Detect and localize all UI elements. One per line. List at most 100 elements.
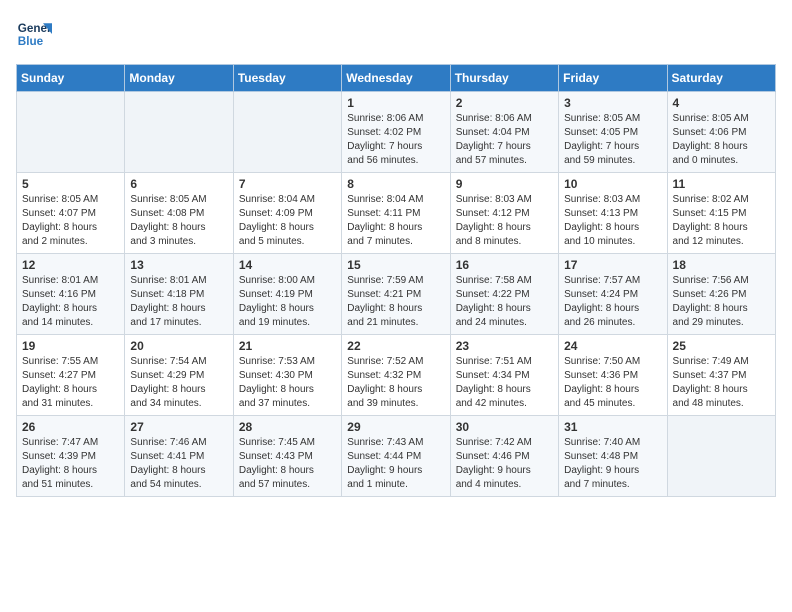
day-info: Sunrise: 7:40 AM Sunset: 4:48 PM Dayligh…: [564, 436, 661, 492]
header-friday: Friday: [559, 65, 667, 92]
calendar-cell: 15Sunrise: 7:59 AM Sunset: 4:21 PM Dayli…: [342, 254, 450, 335]
day-number: 5: [22, 177, 119, 191]
day-number: 23: [456, 339, 553, 353]
calendar-cell: 4 Sunrise: 8:05 AM Sunset: 4:06 PM Daylig…: [667, 92, 775, 173]
day-info: Sunrise: 7:49 AM Sunset: 4:37 PM Dayligh…: [673, 355, 770, 411]
day-info: Sunrise: 8:01 AM Sunset: 4:18 PM Dayligh…: [130, 274, 227, 330]
calendar-cell: 18Sunrise: 7:56 AM Sunset: 4:26 PM Dayli…: [667, 254, 775, 335]
day-info: Sunrise: 7:52 AM Sunset: 4:32 PM Dayligh…: [347, 355, 444, 411]
svg-text:Blue: Blue: [18, 35, 44, 48]
day-info: Sunrise: 8:04 AM Sunset: 4:09 PM Dayligh…: [239, 193, 336, 249]
day-number: 19: [22, 339, 119, 353]
day-info: Sunrise: 7:46 AM Sunset: 4:41 PM Dayligh…: [130, 436, 227, 492]
header-saturday: Saturday: [667, 65, 775, 92]
header-monday: Monday: [125, 65, 233, 92]
calendar-cell: 25 Sunrise: 7:49 AM Sunset: 4:37 PM Dayli…: [667, 335, 775, 416]
header-wednesday: Wednesday: [342, 65, 450, 92]
calendar-cell: 17 Sunrise: 7:57 AM Sunset: 4:24 PM Dayli…: [559, 254, 667, 335]
day-info: Sunrise: 7:45 AM Sunset: 4:43 PM Dayligh…: [239, 436, 336, 492]
calendar-cell: 12 Sunrise: 8:01 AM Sunset: 4:16 PM Dayli…: [17, 254, 125, 335]
calendar-cell: 29 Sunrise: 7:43 AM Sunset: 4:44 PM Dayli…: [342, 416, 450, 497]
day-number: 3: [564, 96, 661, 110]
header-sunday: Sunday: [17, 65, 125, 92]
day-info: Sunrise: 7:43 AM Sunset: 4:44 PM Dayligh…: [347, 436, 444, 492]
calendar-cell: 2 Sunrise: 8:06 AM Sunset: 4:04 PM Daylig…: [450, 92, 558, 173]
calendar-cell: [17, 92, 125, 173]
day-number: 7: [239, 177, 336, 191]
week-row-5: 26 Sunrise: 7:47 AM Sunset: 4:39 PM Dayli…: [17, 416, 776, 497]
day-number: 24: [564, 339, 661, 353]
day-number: 30: [456, 420, 553, 434]
day-number: 27: [130, 420, 227, 434]
calendar-cell: 26 Sunrise: 7:47 AM Sunset: 4:39 PM Dayli…: [17, 416, 125, 497]
day-number: 26: [22, 420, 119, 434]
day-number: 14: [239, 258, 336, 272]
day-number: 15: [347, 258, 444, 272]
calendar-cell: [233, 92, 341, 173]
calendar-cell: 10 Sunrise: 8:03 AM Sunset: 4:13 PM Dayli…: [559, 173, 667, 254]
calendar-cell: 6 Sunrise: 8:05 AM Sunset: 4:08 PM Daylig…: [125, 173, 233, 254]
week-row-4: 19Sunrise: 7:55 AM Sunset: 4:27 PM Dayli…: [17, 335, 776, 416]
day-info: Sunrise: 8:02 AM Sunset: 4:15 PM Dayligh…: [673, 193, 770, 249]
calendar-cell: 5Sunrise: 8:05 AM Sunset: 4:07 PM Daylig…: [17, 173, 125, 254]
header-tuesday: Tuesday: [233, 65, 341, 92]
day-number: 12: [22, 258, 119, 272]
calendar-cell: 23 Sunrise: 7:51 AM Sunset: 4:34 PM Dayli…: [450, 335, 558, 416]
day-number: 2: [456, 96, 553, 110]
calendar-cell: 13 Sunrise: 8:01 AM Sunset: 4:18 PM Dayli…: [125, 254, 233, 335]
logo: General Blue: [16, 16, 52, 52]
day-info: Sunrise: 7:42 AM Sunset: 4:46 PM Dayligh…: [456, 436, 553, 492]
day-info: Sunrise: 8:06 AM Sunset: 4:04 PM Dayligh…: [456, 112, 553, 168]
logo-icon: General Blue: [16, 16, 52, 52]
day-number: 29: [347, 420, 444, 434]
day-info: Sunrise: 8:05 AM Sunset: 4:06 PM Dayligh…: [673, 112, 770, 168]
day-number: 9: [456, 177, 553, 191]
day-info: Sunrise: 8:04 AM Sunset: 4:11 PM Dayligh…: [347, 193, 444, 249]
day-number: 25: [673, 339, 770, 353]
day-info: Sunrise: 8:03 AM Sunset: 4:12 PM Dayligh…: [456, 193, 553, 249]
day-info: Sunrise: 8:05 AM Sunset: 4:08 PM Dayligh…: [130, 193, 227, 249]
day-info: Sunrise: 7:54 AM Sunset: 4:29 PM Dayligh…: [130, 355, 227, 411]
calendar-cell: 14Sunrise: 8:00 AM Sunset: 4:19 PM Dayli…: [233, 254, 341, 335]
day-number: 20: [130, 339, 227, 353]
day-info: Sunrise: 7:51 AM Sunset: 4:34 PM Dayligh…: [456, 355, 553, 411]
calendar-cell: [125, 92, 233, 173]
day-number: 13: [130, 258, 227, 272]
day-info: Sunrise: 7:47 AM Sunset: 4:39 PM Dayligh…: [22, 436, 119, 492]
calendar-header-row: SundayMondayTuesdayWednesdayThursdayFrid…: [17, 65, 776, 92]
header-thursday: Thursday: [450, 65, 558, 92]
week-row-2: 5Sunrise: 8:05 AM Sunset: 4:07 PM Daylig…: [17, 173, 776, 254]
day-number: 4: [673, 96, 770, 110]
calendar-cell: 1Sunrise: 8:06 AM Sunset: 4:02 PM Daylig…: [342, 92, 450, 173]
day-info: Sunrise: 7:50 AM Sunset: 4:36 PM Dayligh…: [564, 355, 661, 411]
day-number: 8: [347, 177, 444, 191]
day-info: Sunrise: 7:56 AM Sunset: 4:26 PM Dayligh…: [673, 274, 770, 330]
day-info: Sunrise: 8:03 AM Sunset: 4:13 PM Dayligh…: [564, 193, 661, 249]
day-info: Sunrise: 7:57 AM Sunset: 4:24 PM Dayligh…: [564, 274, 661, 330]
day-number: 17: [564, 258, 661, 272]
page-header: General Blue: [16, 16, 776, 52]
calendar-cell: 9 Sunrise: 8:03 AM Sunset: 4:12 PM Daylig…: [450, 173, 558, 254]
day-number: 31: [564, 420, 661, 434]
day-number: 10: [564, 177, 661, 191]
calendar-cell: 22Sunrise: 7:52 AM Sunset: 4:32 PM Dayli…: [342, 335, 450, 416]
day-info: Sunrise: 8:01 AM Sunset: 4:16 PM Dayligh…: [22, 274, 119, 330]
calendar-cell: [667, 416, 775, 497]
calendar-cell: 30 Sunrise: 7:42 AM Sunset: 4:46 PM Dayli…: [450, 416, 558, 497]
calendar-cell: 11 Sunrise: 8:02 AM Sunset: 4:15 PM Dayli…: [667, 173, 775, 254]
day-info: Sunrise: 7:58 AM Sunset: 4:22 PM Dayligh…: [456, 274, 553, 330]
day-info: Sunrise: 7:53 AM Sunset: 4:30 PM Dayligh…: [239, 355, 336, 411]
calendar-cell: 7 Sunrise: 8:04 AM Sunset: 4:09 PM Daylig…: [233, 173, 341, 254]
day-info: Sunrise: 8:06 AM Sunset: 4:02 PM Dayligh…: [347, 112, 444, 168]
day-number: 6: [130, 177, 227, 191]
calendar-cell: 20 Sunrise: 7:54 AM Sunset: 4:29 PM Dayli…: [125, 335, 233, 416]
calendar-cell: 24 Sunrise: 7:50 AM Sunset: 4:36 PM Dayli…: [559, 335, 667, 416]
day-number: 28: [239, 420, 336, 434]
calendar-cell: 19Sunrise: 7:55 AM Sunset: 4:27 PM Dayli…: [17, 335, 125, 416]
day-info: Sunrise: 8:05 AM Sunset: 4:05 PM Dayligh…: [564, 112, 661, 168]
calendar-table: SundayMondayTuesdayWednesdayThursdayFrid…: [16, 64, 776, 497]
calendar-cell: 3 Sunrise: 8:05 AM Sunset: 4:05 PM Daylig…: [559, 92, 667, 173]
calendar-cell: 21Sunrise: 7:53 AM Sunset: 4:30 PM Dayli…: [233, 335, 341, 416]
day-number: 11: [673, 177, 770, 191]
calendar-cell: 8 Sunrise: 8:04 AM Sunset: 4:11 PM Daylig…: [342, 173, 450, 254]
